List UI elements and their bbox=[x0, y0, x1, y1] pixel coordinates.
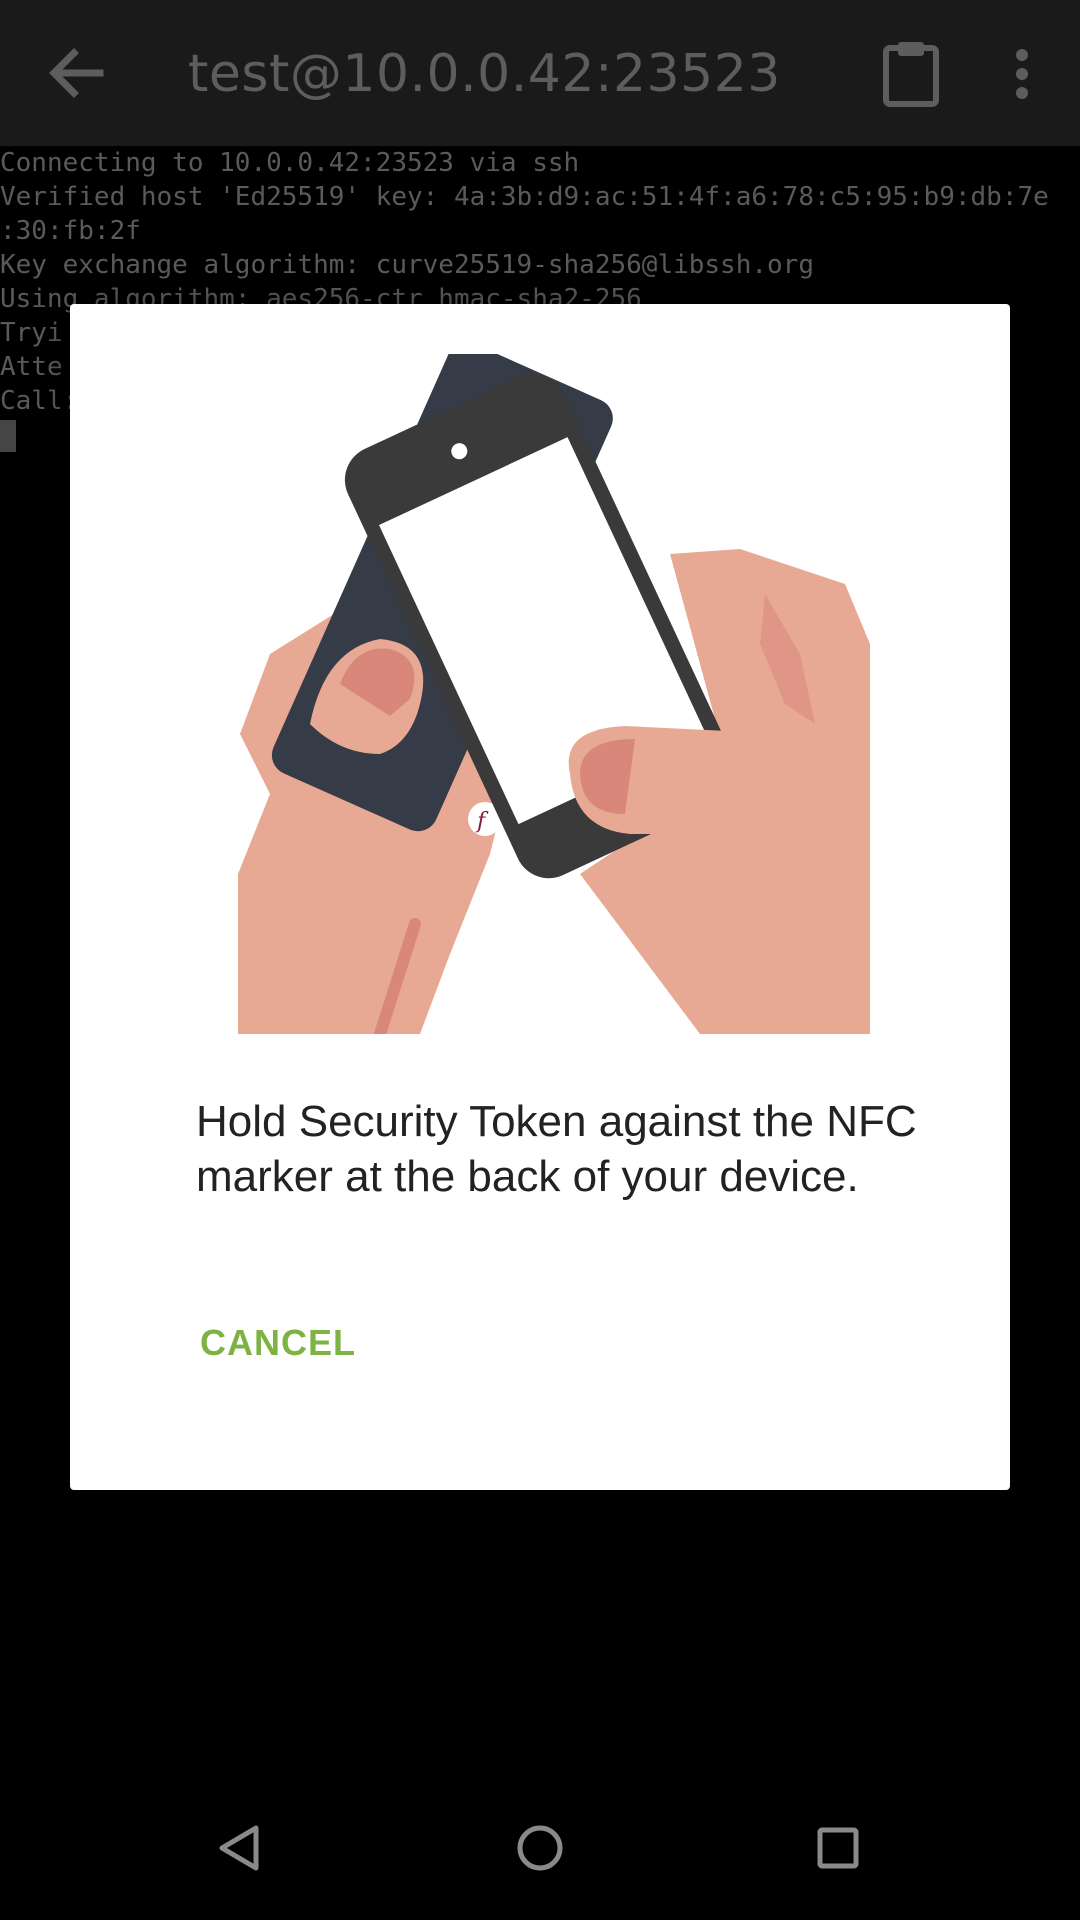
clipboard-icon[interactable] bbox=[880, 38, 944, 108]
security-token-dialog: f Hold Security Token against the NFC ma… bbox=[70, 304, 1010, 1490]
more-vert-icon[interactable] bbox=[1000, 38, 1044, 108]
screen: test@10.0.0.42:23523 Connecting to 10.0.… bbox=[0, 0, 1080, 1920]
cancel-button[interactable]: CANCEL bbox=[192, 1306, 364, 1380]
connection-title: test@10.0.0.42:23523 bbox=[188, 44, 781, 104]
nfc-security-token-illustration: f bbox=[230, 342, 870, 1040]
navigation-bar bbox=[0, 1776, 1080, 1920]
nav-home-icon[interactable] bbox=[498, 1806, 582, 1890]
app-bar: test@10.0.0.42:23523 bbox=[0, 0, 1080, 146]
nav-recents-icon[interactable] bbox=[796, 1806, 880, 1890]
nav-back-icon[interactable] bbox=[200, 1806, 284, 1890]
dialog-message: Hold Security Token against the NFC mark… bbox=[196, 1097, 917, 1201]
arrow-back-icon[interactable] bbox=[40, 38, 110, 108]
